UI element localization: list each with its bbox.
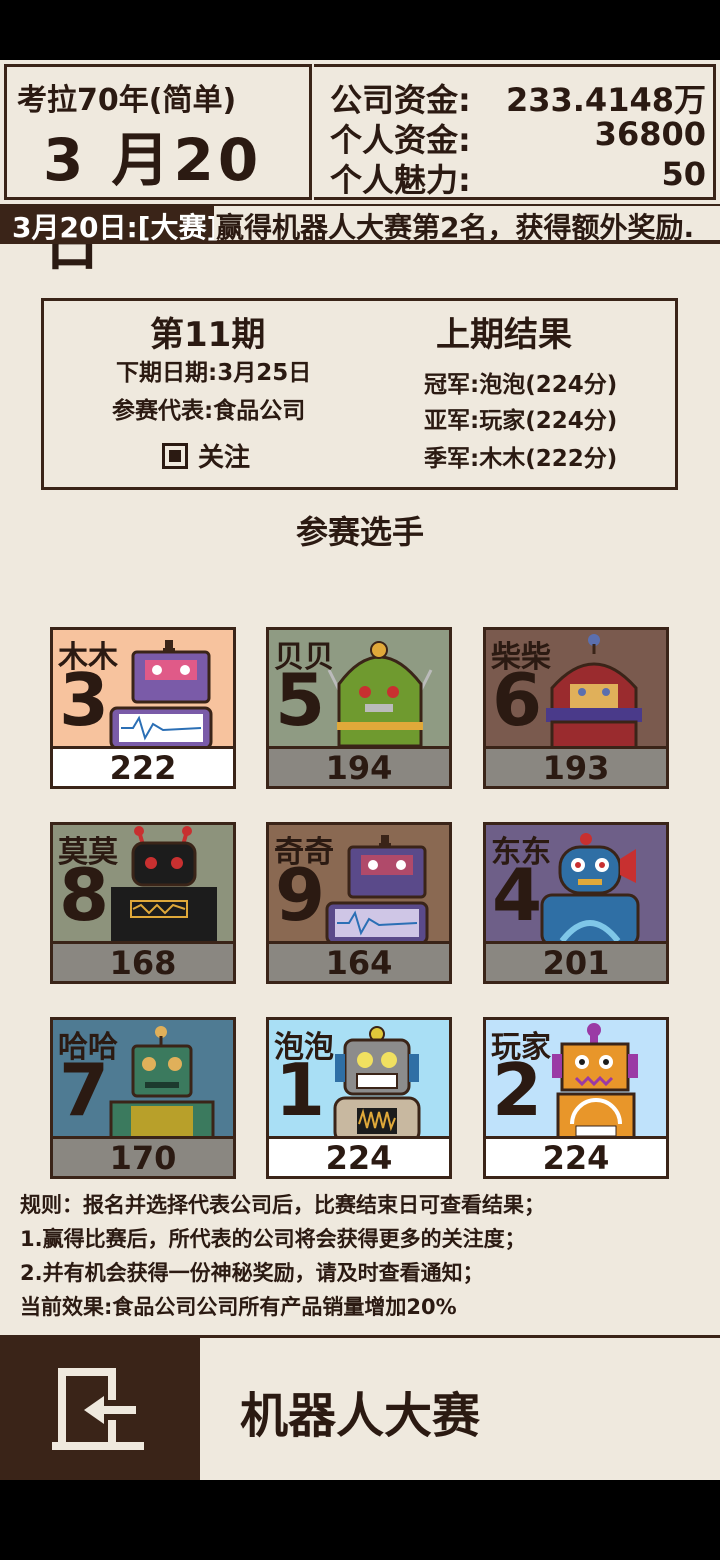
contestant-card[interactable]: 柴柴 6 193 [483,627,669,789]
last-results-title: 上期结果 [436,315,572,355]
company-funds-row: 公司资金: 233.4148万 [330,75,706,119]
news-ticker: 3月20日:[大赛] 赢得机器人大赛第2名，获得额外奖励. [0,204,720,244]
date-panel: 考拉70年(简单) 3 月20日 [4,64,312,278]
representative: 参赛代表:食品公司 [112,398,306,424]
contestants-title: 参赛选手 [295,513,424,551]
personal-funds-value: 36800 [594,115,706,153]
charm-row: 个人魅力: 50 [330,155,706,199]
status-header: 考拉70年(简单) 3 月20日 公司资金: 233.4148万 个人资金: 3… [0,60,720,278]
contestant-score: 194 [269,746,449,787]
contestant-number: 4 [492,853,543,937]
contestant-card[interactable]: 泡泡 1 224 [266,1017,452,1179]
footer-bar: 机器人大赛 [0,1335,720,1480]
finance-panel: 公司资金: 233.4148万 个人资金: 36800 个人魅力: 50 [314,64,716,200]
current-date: 3 月20日 [43,126,263,278]
rule-line: 2.并有机会获得一份神秘奖励，请及时查看通知； [20,1261,484,1285]
contestant-number: 5 [275,658,326,742]
page-title: 机器人大赛 [240,1388,481,1444]
third-place-result: 季军:木木(222分) [424,446,618,472]
contestant-card[interactable]: 哈哈 7 170 [50,1017,236,1179]
charm-label: 个人魅力: [330,161,471,199]
next-date: 下期日期:3月25日 [116,360,312,386]
exit-button[interactable] [0,1338,200,1480]
contest-info-panel: 第11期 下期日期:3月25日 参赛代表:食品公司 关注 上期结果 冠军:泡泡(… [41,298,678,490]
contestant-score: 170 [53,1136,233,1177]
contestant-score: 168 [53,941,233,982]
contestant-card[interactable]: 木木 3 222 [50,627,236,789]
charm-value: 50 [661,155,706,193]
contestant-number: 2 [492,1048,543,1132]
contestant-score: 224 [269,1136,449,1177]
contestant-number: 8 [59,853,110,937]
contestant-score: 224 [486,1136,666,1177]
contestant-card[interactable]: 贝贝 5 194 [266,627,452,789]
contestant-number: 9 [275,853,326,937]
contestant-number: 7 [59,1048,110,1132]
follow-checkbox[interactable]: 关注 [162,437,250,474]
contestant-score: 164 [269,941,449,982]
champion-result: 冠军:泡泡(224分) [424,372,618,398]
contestant-card[interactable]: 莫莫 8 168 [50,822,236,984]
contestant-number: 6 [492,658,543,742]
contestant-score: 201 [486,941,666,982]
rule-line: 1.赢得比赛后，所代表的公司将会获得更多的关注度； [20,1227,526,1251]
contestant-score: 193 [486,746,666,787]
contestant-number: 3 [59,658,110,742]
contestant-card[interactable]: 奇奇 9 164 [266,822,452,984]
news-tag: 3月20日:[大赛] [12,211,220,244]
rule-line: 当前效果:食品公司公司所有产品销量增加20% [20,1295,457,1319]
personal-funds-row: 个人资金: 36800 [330,115,706,159]
runner-up-result: 亚军:玩家(224分) [424,408,618,434]
period-title: 第11期 [150,315,266,355]
checkbox-icon [162,442,188,469]
rules-block: 规则：报名并选择代表公司后，比赛结束日可查看结果； 1.赢得比赛后，所代表的公司… [20,1188,545,1324]
rule-line: 规则：报名并选择代表公司后，比赛结束日可查看结果； [20,1193,545,1217]
news-message: 赢得机器人大赛第2名，获得额外奖励. [214,206,720,240]
contestant-number: 1 [275,1048,326,1132]
contestant-score: 222 [53,746,233,787]
exit-door-icon [52,1368,144,1450]
app-screen: 考拉70年(简单) 3 月20日 公司资金: 233.4148万 个人资金: 3… [0,60,720,1480]
follow-label: 关注 [198,443,251,473]
contestant-card[interactable]: 东东 4 201 [483,822,669,984]
contestant-card[interactable]: 玩家 2 224 [483,1017,669,1179]
